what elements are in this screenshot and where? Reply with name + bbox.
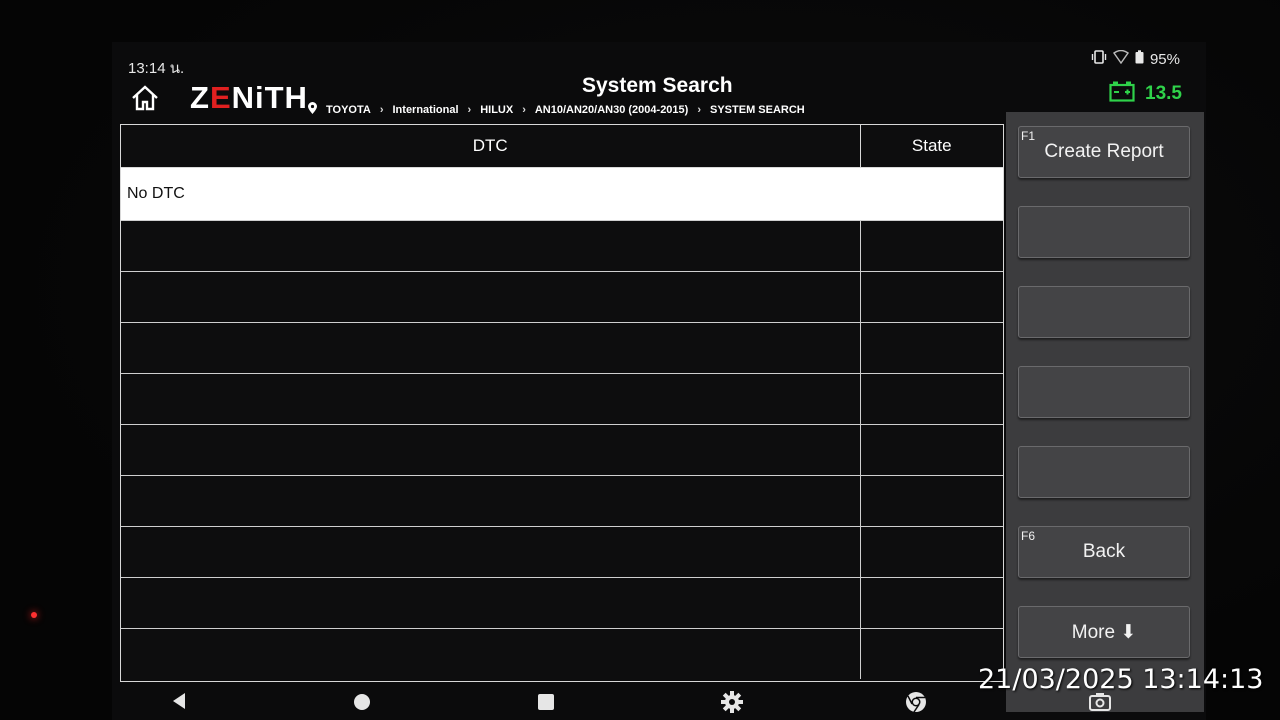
- home-icon[interactable]: [130, 84, 160, 112]
- state-cell: [860, 424, 1003, 476]
- chevron-right-icon: ›: [467, 103, 472, 116]
- battery-percent: 95%: [1149, 50, 1180, 68]
- table-row[interactable]: [121, 373, 1003, 425]
- photo-timestamp: 21/03/2025 13:14:13: [978, 664, 1264, 695]
- breadcrumb-item-model[interactable]: HILUX: [480, 104, 513, 116]
- chevron-right-icon: ›: [697, 103, 701, 116]
- breadcrumb: TOYOTA › International › HILUX › AN10/AN…: [308, 102, 805, 117]
- location-pin-icon: [308, 102, 317, 117]
- more-button[interactable]: More ⬇: [1018, 606, 1190, 658]
- state-cell: [860, 373, 1003, 425]
- table-row[interactable]: [121, 271, 1003, 323]
- vibrate-icon: [1091, 50, 1107, 68]
- status-led: [31, 612, 37, 618]
- fkey-label: F1: [1021, 129, 1036, 143]
- function-key-panel: F1 Create Report F6 Back More ⬇: [1006, 112, 1204, 712]
- dtc-cell: [121, 475, 861, 527]
- table-row[interactable]: No DTC: [121, 167, 1003, 221]
- dtc-cell: [121, 526, 861, 578]
- table-row[interactable]: [121, 526, 1003, 578]
- recents-square-icon[interactable]: [535, 690, 557, 712]
- column-header-dtc: DTC: [121, 125, 861, 168]
- function-button-2[interactable]: [1018, 206, 1190, 258]
- table-row[interactable]: [121, 220, 1003, 272]
- state-cell: [860, 167, 1003, 221]
- breadcrumb-item-current: SYSTEM SEARCH: [710, 103, 805, 116]
- function-button-3[interactable]: [1018, 286, 1190, 338]
- table-row[interactable]: [121, 475, 1003, 527]
- tablet-screen: 13:14 น. 95% ZENiTH System Search TOYOTA…: [112, 42, 1206, 720]
- wifi-icon: [1112, 49, 1129, 68]
- chevron-right-icon: ›: [522, 103, 526, 116]
- column-header-state: State: [860, 125, 1003, 168]
- function-button-5[interactable]: [1018, 446, 1190, 498]
- chrome-browser-icon[interactable]: [904, 690, 926, 713]
- back-triangle-icon[interactable]: [168, 690, 190, 712]
- state-cell: [860, 577, 1003, 629]
- state-cell: [860, 271, 1003, 323]
- dtc-cell: [121, 271, 861, 323]
- table-row[interactable]: [121, 577, 1003, 629]
- state-cell: [860, 322, 1003, 374]
- dtc-cell: No DTC: [121, 167, 860, 221]
- page-title: System Search: [582, 74, 733, 97]
- button-label: Create Report: [1044, 141, 1164, 162]
- breadcrumb-item-region[interactable]: International: [393, 104, 459, 116]
- vehicle-battery-indicator: 13.5: [1109, 80, 1182, 108]
- dtc-cell: [121, 220, 861, 272]
- button-label: More ⬇: [1071, 621, 1137, 643]
- dtc-cell: [121, 373, 861, 425]
- settings-gear-icon[interactable]: [720, 690, 743, 713]
- state-cell: [860, 526, 1003, 578]
- dtc-cell: [121, 577, 861, 629]
- photo-background: 13:14 น. 95% ZENiTH System Search TOYOTA…: [0, 0, 1280, 720]
- status-icons: 95%: [1091, 49, 1180, 68]
- chevron-right-icon: ›: [379, 103, 384, 116]
- car-battery-icon: [1109, 80, 1135, 108]
- table-row[interactable]: [121, 628, 1003, 679]
- back-button[interactable]: F6 Back: [1018, 526, 1190, 578]
- breadcrumb-item-generation[interactable]: AN10/AN20/AN30 (2004-2015): [535, 104, 688, 116]
- dtc-cell: [121, 628, 861, 679]
- table-row[interactable]: [121, 424, 1003, 476]
- status-bar: 13:14 น. 95%: [112, 42, 1206, 77]
- dtc-cell: [121, 424, 861, 476]
- button-label: Back: [1082, 541, 1126, 562]
- home-circle-icon[interactable]: [351, 690, 373, 712]
- fkey-label: F6: [1021, 529, 1036, 543]
- table-header-row: DTC State: [121, 125, 1003, 168]
- dtc-table: DTC State No DTC: [120, 124, 1004, 682]
- battery-icon: [1135, 50, 1144, 68]
- breadcrumb-item-make[interactable]: TOYOTA: [326, 104, 371, 116]
- dtc-cell: [121, 322, 861, 374]
- state-cell: [860, 220, 1003, 272]
- table-row[interactable]: [121, 322, 1003, 374]
- state-cell: [860, 475, 1003, 527]
- create-report-button[interactable]: F1 Create Report: [1018, 126, 1190, 178]
- function-button-4[interactable]: [1018, 366, 1190, 418]
- battery-voltage: 13.5: [1145, 83, 1182, 104]
- zenith-logo: ZENiTH: [190, 80, 308, 115]
